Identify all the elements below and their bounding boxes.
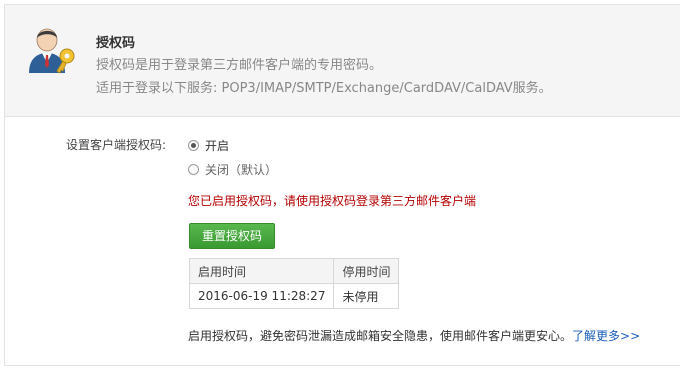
disabled-time-cell: 未停用 <box>333 283 400 309</box>
learn-more-label[interactable]: 了解更多 <box>572 329 620 343</box>
radio-disable-label: 关闭（默认） <box>205 163 278 177</box>
reset-auth-code-button[interactable]: 重置授权码 <box>189 223 275 249</box>
user-key-icon <box>29 28 75 74</box>
enabled-time-cell: 2016-06-19 11:28:27 <box>188 283 335 309</box>
table-row: 2016-06-19 11:28:27 未停用 <box>188 283 400 309</box>
header-section: 授权码 授权码是用于登录第三方邮件客户端的专用密码。 适用于登录以下服务: PO… <box>5 5 680 117</box>
time-table: 启用时间 停用时间 2016-06-19 11:28:27 未停用 <box>188 258 400 309</box>
learn-more-link[interactable]: 了解更多>> <box>572 329 640 343</box>
status-notice: 您已启用授权码，请使用授权码登录第三方邮件客户端 <box>188 194 477 208</box>
header-services: 适用于登录以下服务: POP3/IMAP/SMTP/Exchange/CardD… <box>96 81 552 96</box>
setting-label: 设置客户端授权码: <box>66 138 167 152</box>
radio-option-disable[interactable]: 关闭（默认） <box>188 161 277 178</box>
footer-note: 启用授权码，避免密码泄漏造成邮箱安全隐患，使用邮件客户端更安心。了解更多>> <box>188 327 640 344</box>
header-description: 授权码是用于登录第三方邮件客户端的专用密码。 <box>96 58 383 73</box>
header-enabled-time: 启用时间 <box>188 258 335 284</box>
radio-option-enable[interactable]: 开启 <box>188 137 229 154</box>
auth-code-panel: 授权码 授权码是用于登录第三方邮件客户端的专用密码。 适用于登录以下服务: PO… <box>4 4 680 366</box>
radio-enable-label: 开启 <box>205 139 230 153</box>
radio-disable[interactable] <box>188 164 199 175</box>
radio-enable[interactable] <box>188 140 199 151</box>
header-disabled-time: 停用时间 <box>333 258 400 284</box>
page-title: 授权码 <box>96 36 136 51</box>
table-header-row: 启用时间 停用时间 <box>188 258 400 284</box>
learn-more-arrow[interactable]: >> <box>620 329 640 343</box>
footer-text: 启用授权码，避免密码泄漏造成邮箱安全隐患，使用邮件客户端更安心。 <box>188 329 573 343</box>
